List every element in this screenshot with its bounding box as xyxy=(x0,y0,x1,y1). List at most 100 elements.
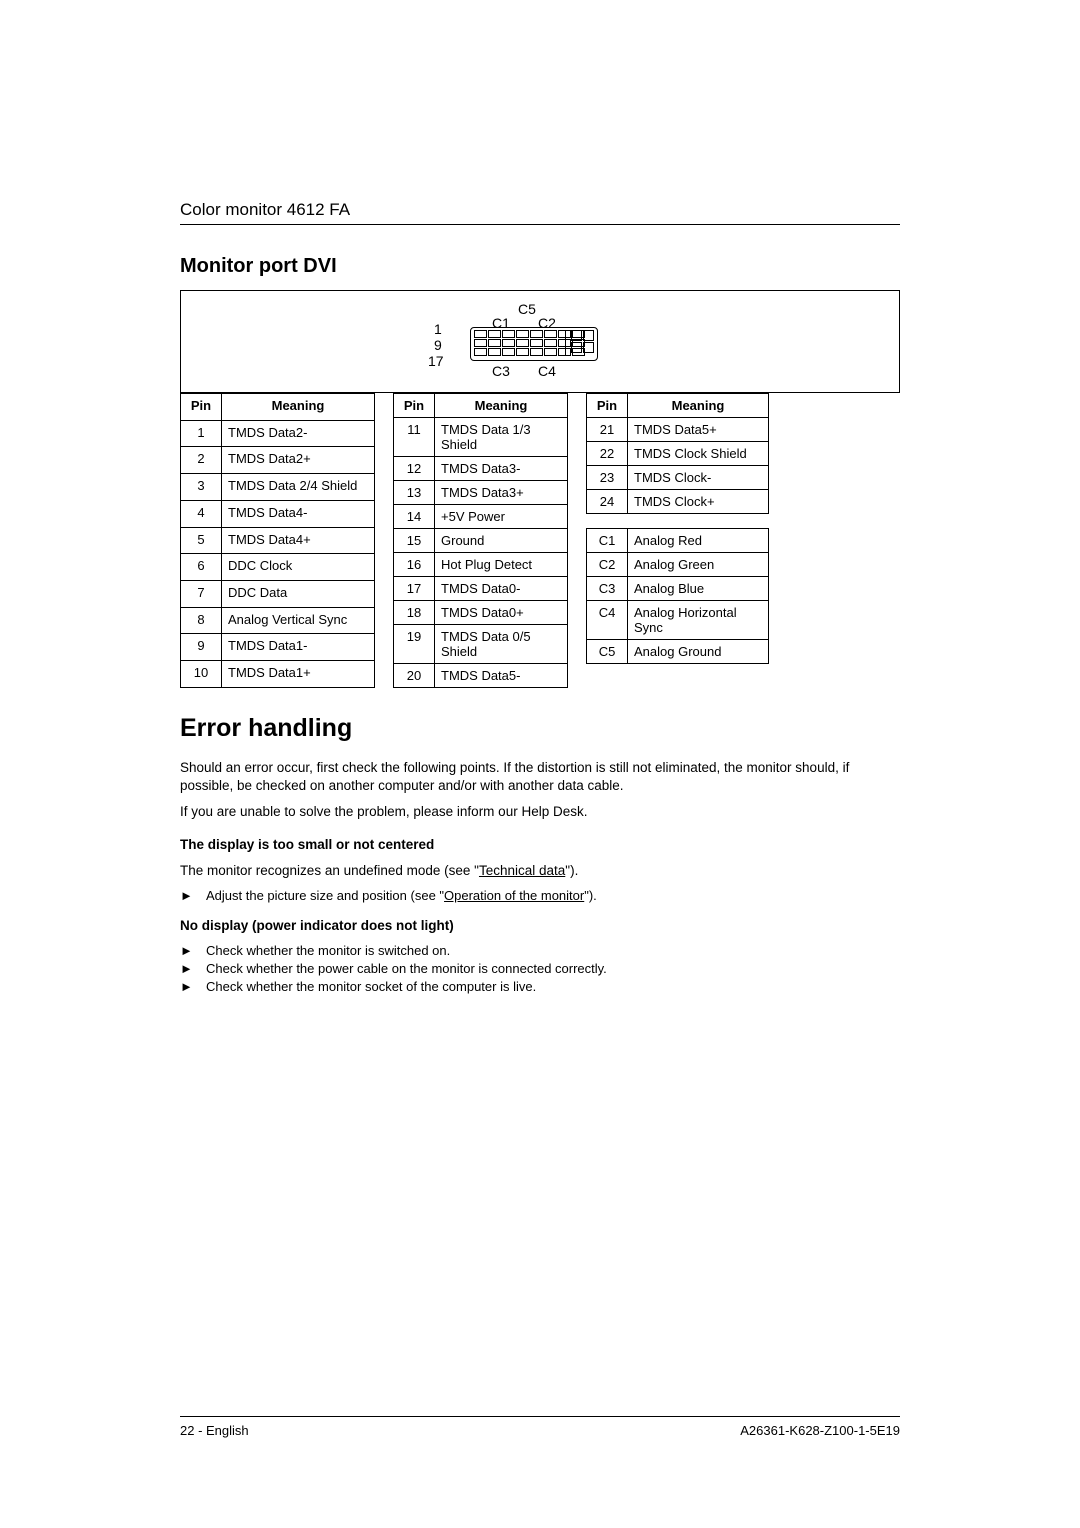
cell-meaning: +5V Power xyxy=(435,505,568,529)
th-meaning: Meaning xyxy=(628,394,769,418)
sub2-title: No display (power indicator does not lig… xyxy=(180,917,900,935)
table-row: 13TMDS Data3+ xyxy=(394,481,568,505)
pin-table-2: PinMeaning 11TMDS Data 1/3 Shield12TMDS … xyxy=(393,393,568,688)
cell-meaning: Analog Horizontal Sync xyxy=(628,601,769,640)
table-row: 2TMDS Data2+ xyxy=(181,447,375,474)
error-intro-2: If you are unable to solve the problem, … xyxy=(180,803,900,821)
product-name: Color monitor 4612 FA xyxy=(180,200,350,219)
cell-pin: C5 xyxy=(587,640,628,664)
cell-meaning: TMDS Data 2/4 Shield xyxy=(222,474,375,501)
page-header: Color monitor 4612 FA xyxy=(180,200,900,225)
link-technical-data[interactable]: Technical data xyxy=(479,863,565,878)
footer-docid: A26361-K628-Z100-1-5E19 xyxy=(740,1423,900,1438)
table-row: 8Analog Vertical Sync xyxy=(181,607,375,634)
table-row: 21TMDS Data5+ xyxy=(587,418,769,442)
cell-pin: 17 xyxy=(394,577,435,601)
dia-label-c4: C4 xyxy=(538,363,556,379)
cell-pin: C3 xyxy=(587,577,628,601)
cell-pin: 5 xyxy=(181,527,222,554)
cell-pin: C1 xyxy=(587,529,628,553)
dvi-connector-diagram: C5 C1 C2 1 9 17 C3 C4 xyxy=(180,290,900,393)
sub1-bullets: ► Adjust the picture size and position (… xyxy=(180,888,900,903)
cell-meaning: TMDS Clock+ xyxy=(628,490,769,514)
table-row: 23TMDS Clock- xyxy=(587,466,769,490)
cell-pin: 2 xyxy=(181,447,222,474)
cell-meaning: TMDS Data4- xyxy=(222,500,375,527)
cell-pin: 18 xyxy=(394,601,435,625)
bullet-arrow-icon: ► xyxy=(180,979,206,994)
cell-meaning: TMDS Data 1/3 Shield xyxy=(435,418,568,457)
cell-meaning: TMDS Data3- xyxy=(435,457,568,481)
cell-pin: 10 xyxy=(181,661,222,688)
bullet-arrow-icon: ► xyxy=(180,961,206,976)
cell-pin: C4 xyxy=(587,601,628,640)
cell-pin: 24 xyxy=(587,490,628,514)
cell-meaning: TMDS Data4+ xyxy=(222,527,375,554)
section-title-dvi: Monitor port DVI xyxy=(180,255,900,278)
cell-pin: 8 xyxy=(181,607,222,634)
sub1-text: The monitor recognizes an undefined mode… xyxy=(180,862,900,880)
link-operation-monitor[interactable]: Operation of the monitor xyxy=(444,888,584,903)
sub1-title: The display is too small or not centered xyxy=(180,836,900,854)
cell-pin: 15 xyxy=(394,529,435,553)
cell-pin: 20 xyxy=(394,664,435,688)
cell-pin: 14 xyxy=(394,505,435,529)
bullet-text: Adjust the picture size and position (se… xyxy=(206,888,900,903)
sub1-post: "). xyxy=(565,863,578,878)
cell-meaning: Hot Plug Detect xyxy=(435,553,568,577)
table-row: C3Analog Blue xyxy=(587,577,769,601)
table-row: 11TMDS Data 1/3 Shield xyxy=(394,418,568,457)
th-pin: Pin xyxy=(587,394,628,418)
cell-meaning: Analog Vertical Sync xyxy=(222,607,375,634)
list-item: ►Check whether the monitor socket of the… xyxy=(180,979,900,994)
cell-pin: 11 xyxy=(394,418,435,457)
bullet-text: Check whether the power cable on the mon… xyxy=(206,961,900,976)
cell-pin: 7 xyxy=(181,581,222,608)
table-row: C5Analog Ground xyxy=(587,640,769,664)
cell-pin: 9 xyxy=(181,634,222,661)
cell-meaning: Analog Green xyxy=(628,553,769,577)
dia-label-c5: C5 xyxy=(518,301,536,317)
table-row: 3TMDS Data 2/4 Shield xyxy=(181,474,375,501)
pin-table-4: C1Analog RedC2Analog GreenC3Analog BlueC… xyxy=(586,528,769,664)
bullet-text: Check whether the monitor is switched on… xyxy=(206,943,900,958)
cell-pin: 19 xyxy=(394,625,435,664)
sub2-bullets: ►Check whether the monitor is switched o… xyxy=(180,943,900,994)
table-row: 5TMDS Data4+ xyxy=(181,527,375,554)
table-row: 12TMDS Data3- xyxy=(394,457,568,481)
cell-meaning: Analog Red xyxy=(628,529,769,553)
table-row: 9TMDS Data1- xyxy=(181,634,375,661)
sub1-pre: The monitor recognizes an undefined mode… xyxy=(180,863,479,878)
cell-meaning: DDC Clock xyxy=(222,554,375,581)
error-intro-1: Should an error occur, first check the f… xyxy=(180,759,900,795)
cell-meaning: TMDS Data5+ xyxy=(628,418,769,442)
table-row: 22TMDS Clock Shield xyxy=(587,442,769,466)
th-meaning: Meaning xyxy=(435,394,568,418)
cell-pin: 16 xyxy=(394,553,435,577)
dia-label-1: 1 xyxy=(434,321,442,337)
cell-pin: 13 xyxy=(394,481,435,505)
table-row: 10TMDS Data1+ xyxy=(181,661,375,688)
cell-meaning: TMDS Data2- xyxy=(222,420,375,447)
pin-table-3: PinMeaning 21TMDS Data5+22TMDS Clock Shi… xyxy=(586,393,769,514)
cell-meaning: TMDS Data0+ xyxy=(435,601,568,625)
cell-meaning: TMDS Data5- xyxy=(435,664,568,688)
cell-pin: 1 xyxy=(181,420,222,447)
cell-meaning: TMDS Clock- xyxy=(628,466,769,490)
table-row: C2Analog Green xyxy=(587,553,769,577)
table-row: 20TMDS Data5- xyxy=(394,664,568,688)
pin-table-1: PinMeaning 1TMDS Data2-2TMDS Data2+3TMDS… xyxy=(180,393,375,688)
bullet-text: Check whether the monitor socket of the … xyxy=(206,979,900,994)
list-item: ►Check whether the power cable on the mo… xyxy=(180,961,900,976)
table-row: 19TMDS Data 0/5 Shield xyxy=(394,625,568,664)
table-row: 18TMDS Data0+ xyxy=(394,601,568,625)
table-row: 16Hot Plug Detect xyxy=(394,553,568,577)
cell-pin: 21 xyxy=(587,418,628,442)
cell-meaning: DDC Data xyxy=(222,581,375,608)
bullet-arrow-icon: ► xyxy=(180,888,206,903)
cell-pin: C2 xyxy=(587,553,628,577)
cell-pin: 23 xyxy=(587,466,628,490)
section-title-error: Error handling xyxy=(180,714,900,743)
list-item: ► Adjust the picture size and position (… xyxy=(180,888,900,903)
table-row: C1Analog Red xyxy=(587,529,769,553)
